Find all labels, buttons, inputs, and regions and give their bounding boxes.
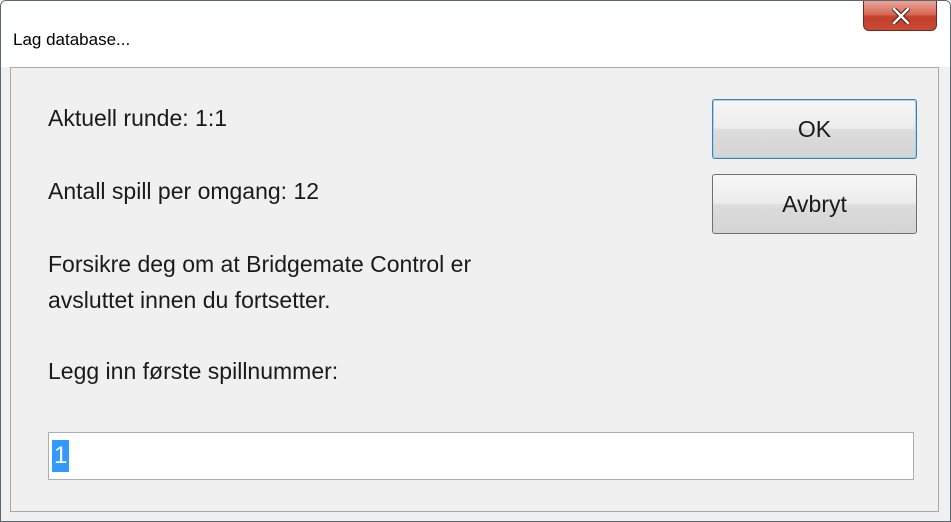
close-icon (892, 8, 910, 24)
ok-button[interactable]: OK (712, 99, 917, 159)
cancel-button[interactable]: Avbryt (712, 174, 917, 234)
boards-per-round-label: Antall spill per omgang: 12 (48, 178, 320, 204)
close-button[interactable] (863, 1, 937, 31)
dialog-window: Lag database... Aktuell runde: 1:1 Antal… (0, 0, 951, 522)
cancel-button-label: Avbryt (782, 190, 847, 217)
first-board-prompt: Legg inn første spillnummer: (48, 358, 339, 384)
first-board-input-value: 1 (52, 440, 70, 472)
title-bar: Lag database... (1, 1, 950, 67)
current-round-label: Aktuell runde: 1:1 (48, 105, 228, 131)
warning-line-1: Forsikre deg om at Bridgemate Control er (48, 251, 472, 277)
warning-line-2: avsluttet innen du fortsetter. (48, 287, 331, 313)
first-board-input[interactable]: 1 (48, 432, 914, 480)
window-title: Lag database... (13, 30, 131, 49)
dialog-body: Aktuell runde: 1:1 Antall spill per omga… (10, 67, 939, 512)
ok-button-label: OK (797, 115, 832, 142)
